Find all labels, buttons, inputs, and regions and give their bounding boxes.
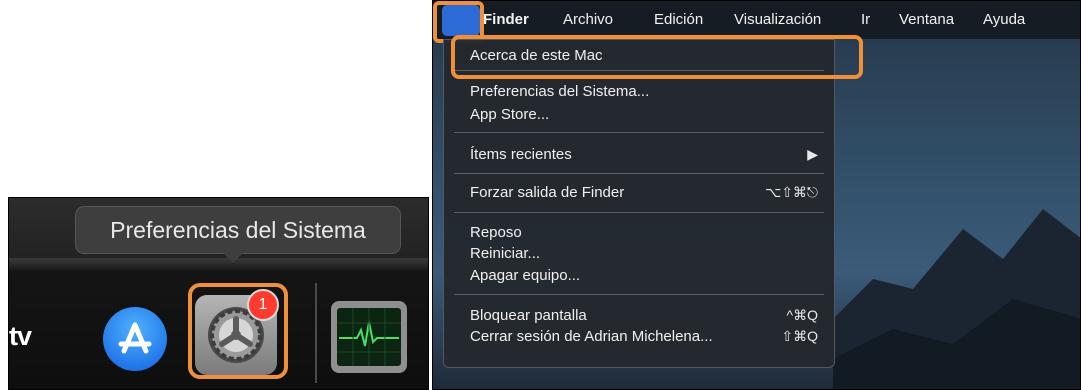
menu-separator bbox=[454, 132, 824, 133]
menu-separator bbox=[454, 212, 824, 213]
menu-item-lock-screen-label: Bloquear pantalla bbox=[470, 306, 587, 324]
submenu-arrow-icon: ▶ bbox=[807, 145, 818, 162]
menu-item-shutdown[interactable]: Apagar equipo... bbox=[470, 264, 818, 286]
logout-shortcut: ⇧⌘Q bbox=[781, 327, 818, 344]
lock-screen-shortcut: ^⌘Q bbox=[786, 306, 818, 323]
menu-item-recent-items[interactable]: Ítems recientes ▶ bbox=[470, 143, 818, 165]
tooltip-arrow bbox=[223, 253, 243, 263]
menu-item-logout-label: Cerrar sesión de Adrian Michelena... bbox=[470, 327, 713, 345]
dock-tooltip: Preferencias del Sistema bbox=[75, 206, 401, 254]
menu-item-sleep[interactable]: Reposo bbox=[470, 221, 818, 243]
menu-item-system-preferences-label: Preferencias del Sistema... bbox=[470, 82, 650, 100]
menu-item-app-store-label: App Store... bbox=[470, 105, 550, 123]
menu-item-restart[interactable]: Reiniciar... bbox=[470, 242, 818, 264]
dock-panel: Preferencias del Sistema tv 1 bbox=[8, 197, 429, 390]
menubar-ir[interactable]: Ir bbox=[861, 11, 870, 28]
app-store-icon bbox=[118, 322, 152, 354]
menubar-archivo[interactable]: Archivo bbox=[563, 11, 613, 28]
menubar-ayuda[interactable]: Ayuda bbox=[983, 11, 1025, 28]
menubar-visualizacion[interactable]: Visualización bbox=[734, 11, 821, 28]
menu-item-system-preferences[interactable]: Preferencias del Sistema... bbox=[470, 80, 818, 102]
dock-separator bbox=[315, 283, 317, 383]
appletv-label: tv bbox=[9, 321, 32, 351]
menu-separator bbox=[454, 294, 824, 295]
menu-item-recent-items-label: Ítems recientes bbox=[470, 145, 572, 163]
wallpaper-mountains bbox=[833, 209, 1080, 389]
dock-item-app-store[interactable] bbox=[103, 307, 167, 371]
dock-shelf bbox=[9, 258, 428, 270]
dock-item-activity-monitor[interactable] bbox=[331, 301, 407, 373]
dock-item-appletv[interactable]: tv bbox=[9, 321, 32, 352]
menu-item-app-store[interactable]: App Store... bbox=[470, 103, 818, 125]
menu-item-logout[interactable]: Cerrar sesión de Adrian Michelena... ⇧⌘Q bbox=[470, 325, 818, 347]
system-preferences-menu-highlight bbox=[451, 35, 863, 79]
menubar-ventana[interactable]: Ventana bbox=[899, 11, 954, 28]
menu-item-force-quit[interactable]: Forzar salida de Finder ⌥⇧⌘⎋ bbox=[470, 181, 818, 203]
dock-tooltip-label: Preferencias del Sistema bbox=[110, 216, 366, 243]
menu-item-force-quit-label: Forzar salida de Finder bbox=[470, 183, 625, 201]
menu-item-restart-label: Reiniciar... bbox=[470, 244, 541, 262]
menu-item-lock-screen[interactable]: Bloquear pantalla ^⌘Q bbox=[470, 304, 818, 326]
menubar: Finder Archivo Edición Visualización Ir … bbox=[433, 1, 1080, 43]
menu-item-shutdown-label: Apagar equipo... bbox=[470, 266, 581, 284]
menu-item-sleep-label: Reposo bbox=[470, 223, 522, 241]
menu-separator bbox=[454, 173, 824, 174]
menubar-finder[interactable]: Finder bbox=[483, 11, 529, 28]
activity-monitor-icon bbox=[337, 308, 401, 366]
menubar-edicion[interactable]: Edición bbox=[654, 11, 703, 28]
menu-panel: Finder Archivo Edición Visualización Ir … bbox=[432, 0, 1081, 390]
force-quit-shortcut: ⌥⇧⌘⎋ bbox=[765, 183, 818, 200]
system-preferences-highlight bbox=[188, 283, 288, 379]
apple-menu-dropdown: Acerca de este Mac Preferencias del Sist… bbox=[443, 39, 835, 368]
